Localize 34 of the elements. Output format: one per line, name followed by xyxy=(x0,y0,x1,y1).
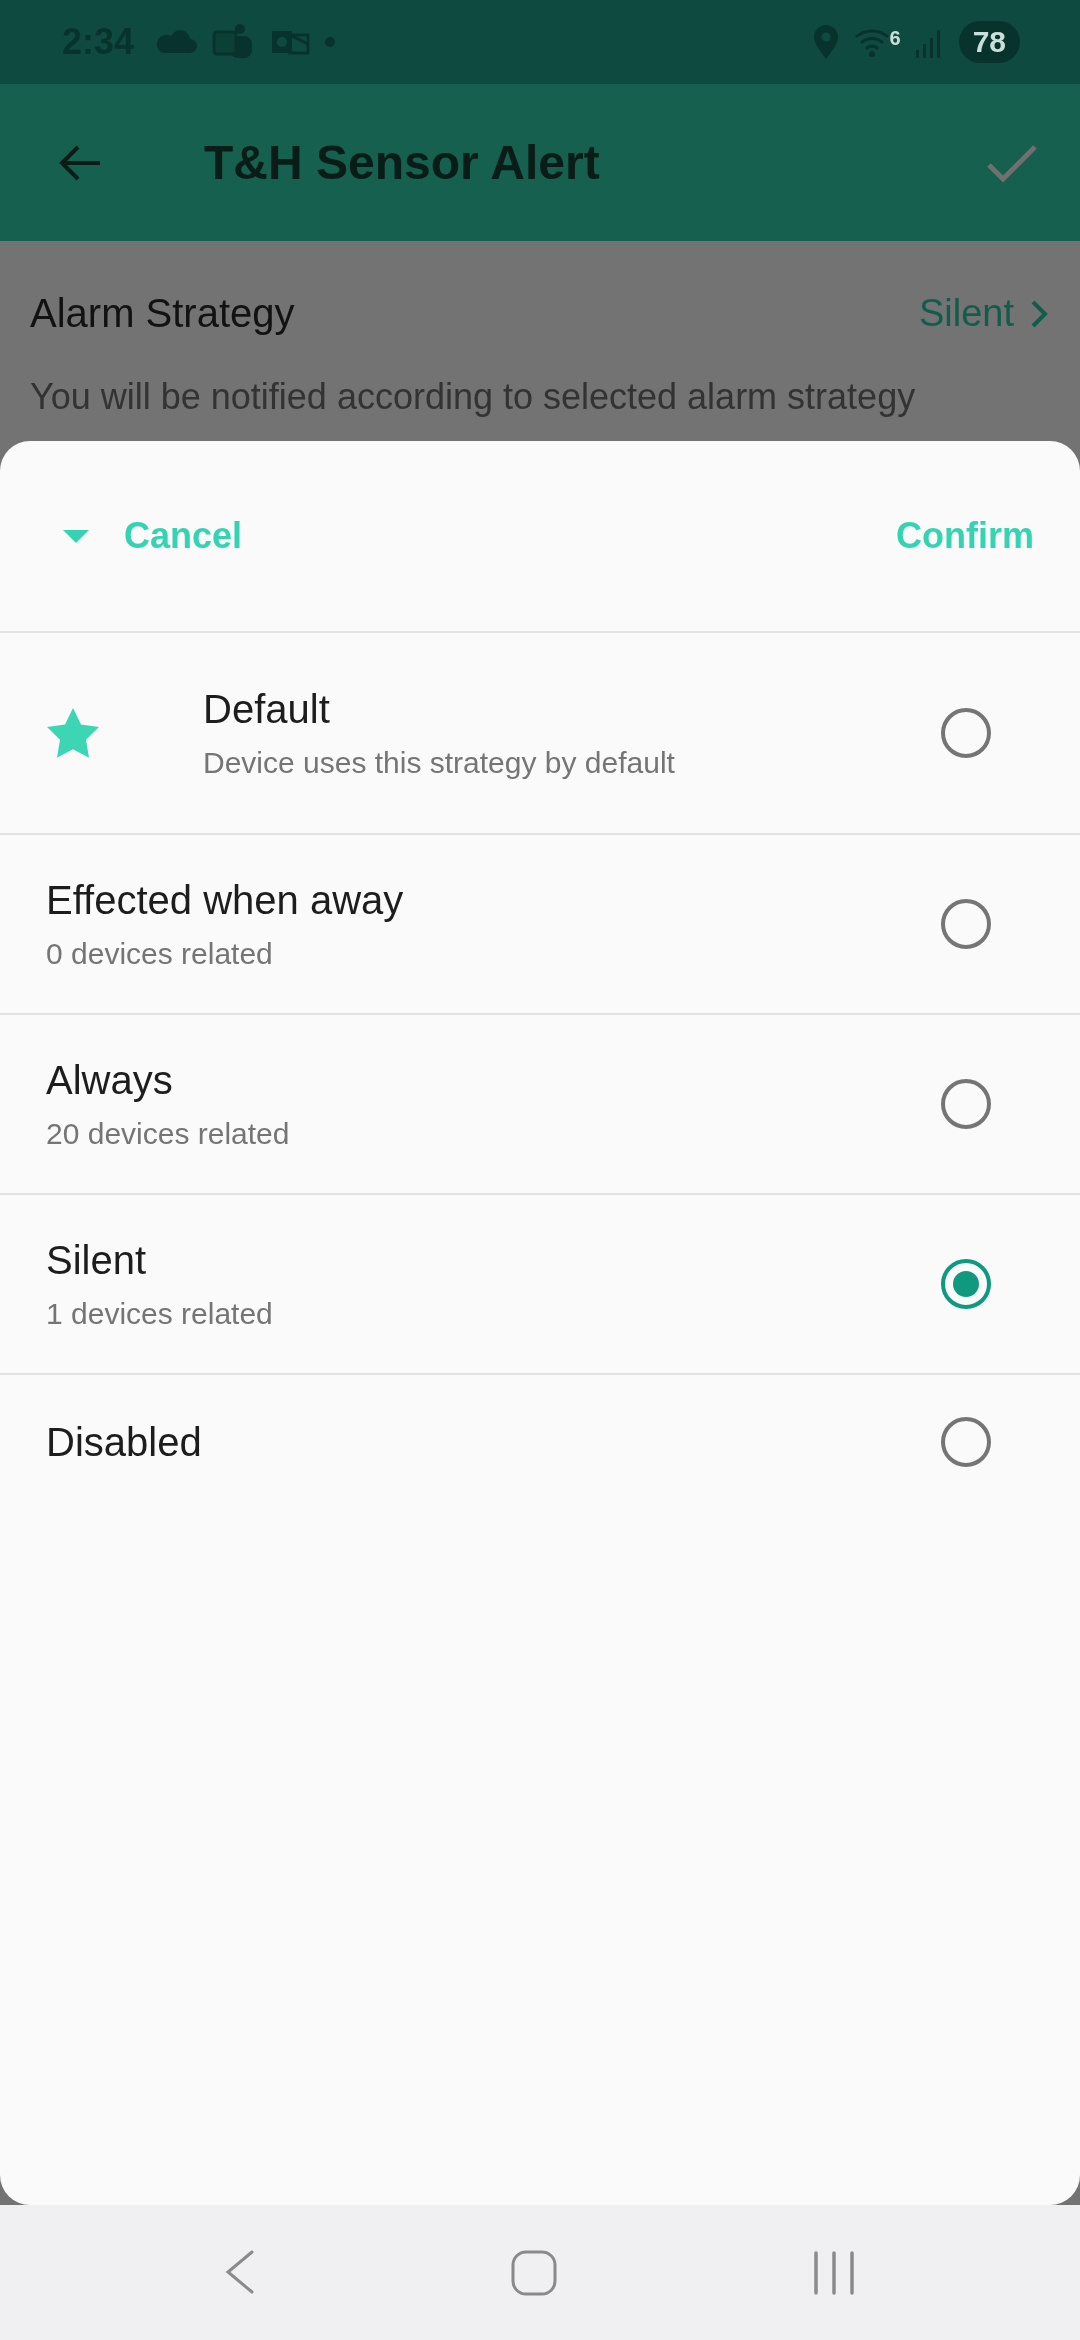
option-subtitle: Device uses this strategy by default xyxy=(203,745,676,780)
option-title: Default xyxy=(203,686,331,732)
chevron-right-icon xyxy=(1030,298,1050,329)
option-subtitle: 1 devices related xyxy=(46,1296,274,1331)
option-subtitle: 20 devices related xyxy=(46,1116,291,1151)
option-title: Always xyxy=(46,1057,174,1103)
dot-icon xyxy=(324,36,337,48)
recent-apps-icon[interactable] xyxy=(813,2249,855,2296)
strategy-option[interactable]: Disabled xyxy=(0,1375,1080,1509)
radio-button[interactable] xyxy=(940,1416,992,1468)
option-title: Disabled xyxy=(46,1419,203,1465)
wifi-generation-label: 6 xyxy=(889,27,901,50)
strategy-option[interactable]: Effected when away 0 devices related xyxy=(0,835,1080,1015)
option-subtitle: 0 devices related xyxy=(46,936,274,971)
radio-button[interactable] xyxy=(940,707,992,759)
option-title: Effected when away xyxy=(46,877,405,923)
strategy-option[interactable]: Default Device uses this strategy by default xyxy=(0,633,1080,835)
setting-description: You will be notified according to selected alarm strategy xyxy=(30,376,917,418)
screen-title: T&H Sensor Alert xyxy=(204,135,601,190)
radio-button[interactable] xyxy=(940,1258,992,1310)
location-icon xyxy=(811,24,840,60)
back-icon[interactable] xyxy=(225,2249,255,2296)
battery-level: 78 xyxy=(958,21,1020,63)
strategy-option[interactable]: Silent 1 devices related xyxy=(0,1195,1080,1375)
wifi-icon xyxy=(853,27,890,57)
caret-down-icon[interactable] xyxy=(62,528,90,544)
setting-label: Alarm Strategy xyxy=(30,291,295,336)
radio-button[interactable] xyxy=(940,1078,992,1130)
strategy-option[interactable]: Always 20 devices related xyxy=(0,1015,1080,1195)
home-icon[interactable] xyxy=(511,2249,557,2296)
option-title: Silent xyxy=(46,1237,148,1283)
star-icon xyxy=(46,707,100,759)
radio-button[interactable] xyxy=(940,898,992,950)
check-icon[interactable] xyxy=(986,142,1038,183)
